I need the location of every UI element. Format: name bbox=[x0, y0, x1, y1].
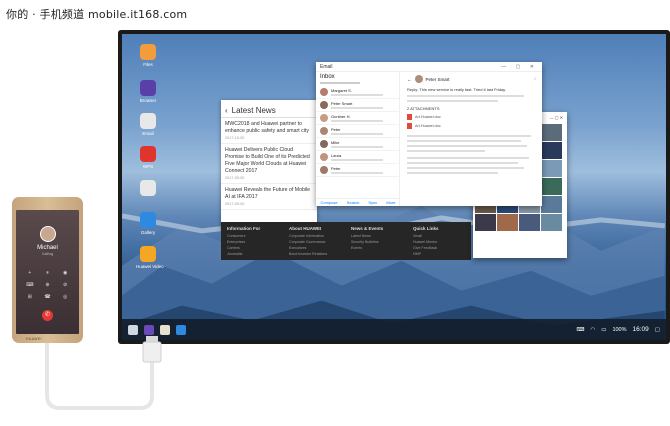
gallery-icon bbox=[140, 212, 156, 228]
wps-icon bbox=[140, 146, 156, 162]
desktop-icon[interactable] bbox=[136, 180, 160, 198]
desktop-icon[interactable]: Email bbox=[136, 113, 160, 136]
desktop-icon[interactable]: Browser bbox=[136, 80, 160, 103]
desktop-icon[interactable]: Files bbox=[136, 44, 160, 67]
desktop-icon-label: Files bbox=[143, 62, 153, 67]
email-icon bbox=[140, 113, 156, 129]
product-photo: 你的 · 手机频道 mobile.it168.com ‹ Latest News… bbox=[0, 0, 670, 426]
browser-icon bbox=[140, 80, 156, 96]
desktop-icon[interactable]: WPS bbox=[136, 146, 160, 169]
file-icon bbox=[140, 180, 156, 196]
desktop-icon-label: WPS bbox=[142, 164, 154, 169]
video-icon bbox=[140, 246, 156, 262]
desktop-icon[interactable]: Gallery bbox=[136, 212, 160, 235]
desktop-icon-label: Browser bbox=[139, 98, 157, 103]
desktop-icon[interactable]: Huawei Video bbox=[136, 246, 164, 269]
desktop-icon-label: Email bbox=[142, 131, 154, 136]
usb-cable bbox=[45, 336, 162, 410]
desktop-icon-label: Gallery bbox=[140, 230, 156, 235]
files-icon bbox=[140, 44, 156, 60]
desktop-icon-label: Huawei Video bbox=[136, 264, 164, 269]
